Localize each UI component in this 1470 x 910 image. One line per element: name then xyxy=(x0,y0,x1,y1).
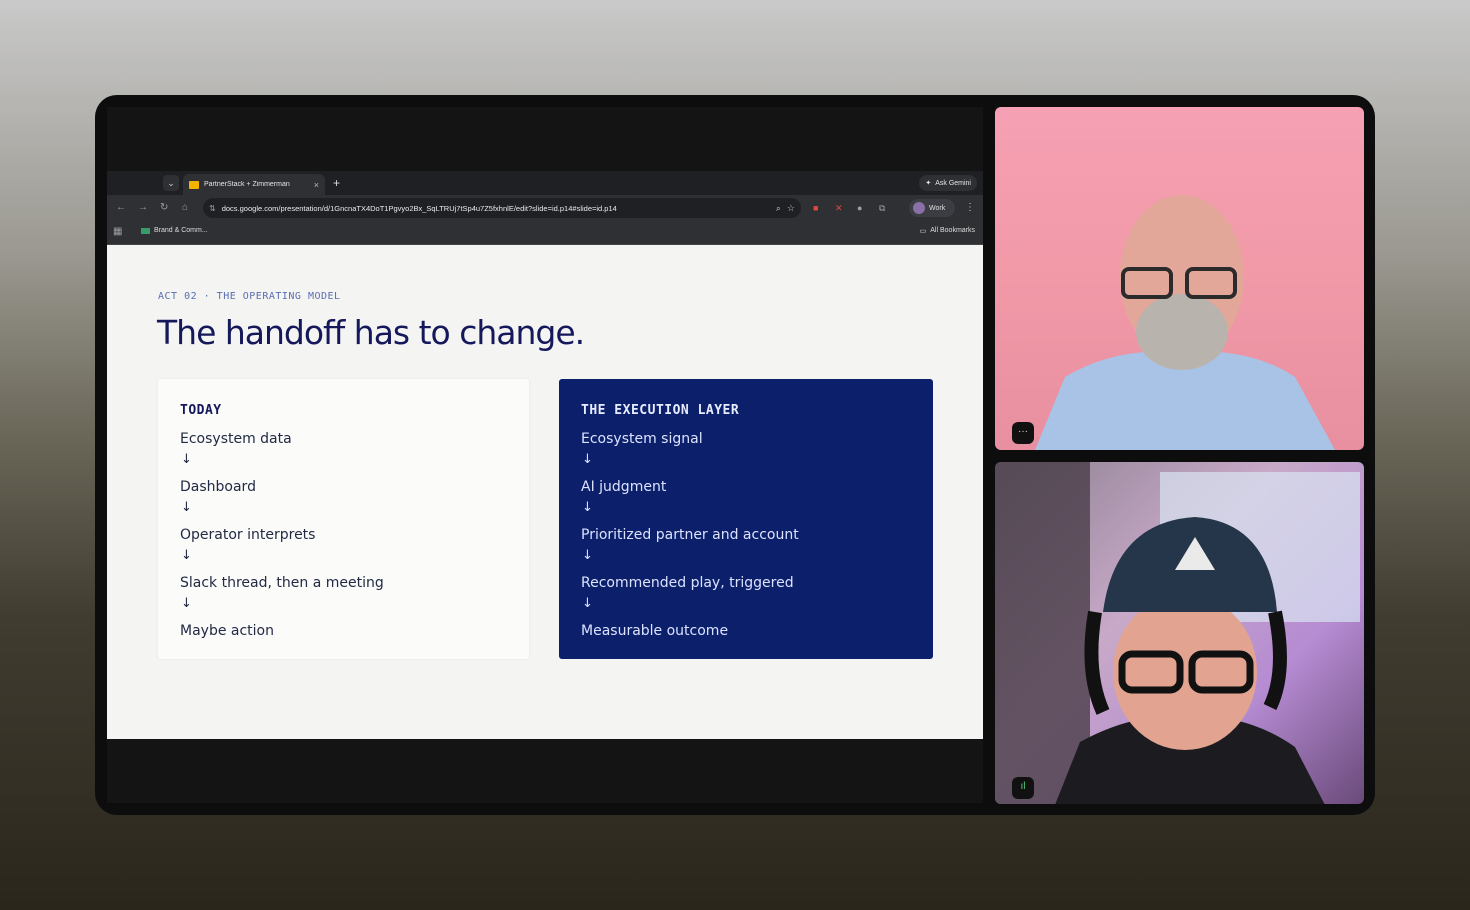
back-arrow-icon[interactable]: ← xyxy=(116,201,126,215)
flow-step: Recommended play, triggered xyxy=(581,575,794,591)
reload-icon[interactable]: ↻ xyxy=(160,201,168,215)
down-arrow-icon: ↓ xyxy=(181,596,192,611)
execution-flow: Ecosystem signal ↓ AI judgment ↓ Priorit… xyxy=(581,430,911,646)
new-tab-button[interactable]: + xyxy=(333,175,340,191)
browser-menu-icon[interactable]: ⋮ xyxy=(965,201,975,215)
all-bookmarks-button[interactable]: ▭ All Bookmarks xyxy=(920,227,975,235)
shared-screen: ⌄ PartnerStack + Zimmerman × + ✦ Ask Gem… xyxy=(107,107,983,803)
profile-button[interactable]: Work xyxy=(909,199,955,217)
tab-title: PartnerStack + Zimmerman xyxy=(204,181,290,188)
bookmark-favicon-icon xyxy=(141,227,150,234)
face-shape xyxy=(1113,594,1257,750)
participant-video-tile-1[interactable]: ··· xyxy=(995,107,1364,450)
apps-grid-icon[interactable]: ▦ xyxy=(113,226,122,237)
profile-avatar xyxy=(913,202,925,214)
slides-favicon-icon xyxy=(189,180,199,189)
flow-step: AI judgment xyxy=(581,479,667,495)
participant-video-tile-2[interactable]: ıl xyxy=(995,462,1364,804)
down-arrow-icon: ↓ xyxy=(582,500,593,515)
slide-title: The handoff has to change. xyxy=(157,313,585,352)
extensions-puzzle-icon[interactable]: ⧉ xyxy=(879,201,885,215)
down-arrow-icon: ↓ xyxy=(181,452,192,467)
down-arrow-icon: ↓ xyxy=(181,548,192,563)
all-bookmarks-label: All Bookmarks xyxy=(930,227,975,234)
star-icon[interactable]: ☆ xyxy=(787,203,795,214)
extension-circle-icon[interactable]: ● xyxy=(857,201,862,215)
flow-step: Prioritized partner and account xyxy=(581,527,799,543)
browser-tab-active[interactable]: PartnerStack + Zimmerman × xyxy=(183,174,325,195)
today-flow: Ecosystem data ↓ Dashboard ↓ Operator in… xyxy=(180,430,507,646)
tab-search-dropdown-icon[interactable]: ⌄ xyxy=(163,175,179,191)
today-card: TODAY Ecosystem data ↓ Dashboard ↓ Opera… xyxy=(158,379,529,659)
browser-tab-bar: ⌄ PartnerStack + Zimmerman × + ✦ Ask Gem… xyxy=(107,171,983,195)
today-card-title: TODAY xyxy=(180,403,222,418)
participant-1-video xyxy=(1035,195,1335,450)
flow-step: Maybe action xyxy=(180,623,274,639)
extension-red-icon[interactable]: ■ xyxy=(813,201,818,215)
tab-close-icon[interactable]: × xyxy=(314,180,319,190)
bookmark-brand-comm[interactable]: Brand & Comm... xyxy=(141,227,208,234)
more-options-icon[interactable]: ··· xyxy=(1012,422,1034,444)
zoom-icon[interactable]: ⌕ xyxy=(776,203,781,214)
browser-toolbar: ← → ↻ ⌂ ⇅ docs.google.com/presentation/d… xyxy=(107,195,983,221)
speaking-indicator-icon: ıl xyxy=(1012,777,1034,799)
forward-arrow-icon[interactable]: → xyxy=(138,201,148,215)
ask-gemini-label: Ask Gemini xyxy=(935,179,971,187)
down-arrow-icon: ↓ xyxy=(582,596,593,611)
flow-step: Dashboard xyxy=(180,479,256,495)
flow-step: Ecosystem signal xyxy=(581,431,703,447)
flow-step: Slack thread, then a meeting xyxy=(180,575,384,591)
ask-gemini-button[interactable]: ✦ Ask Gemini xyxy=(919,175,977,191)
slide-eyebrow: ACT 02 · THE OPERATING MODEL xyxy=(158,291,341,302)
beard-shape xyxy=(1136,294,1228,370)
execution-layer-card: THE EXECUTION LAYER Ecosystem signal ↓ A… xyxy=(559,379,933,659)
address-bar[interactable]: ⇅ docs.google.com/presentation/d/1GncnaT… xyxy=(203,198,801,218)
gemini-sparkle-icon: ✦ xyxy=(925,180,932,187)
folder-icon: ▭ xyxy=(919,228,927,235)
headphone-right xyxy=(1263,610,1287,711)
execution-card-title: THE EXECUTION LAYER xyxy=(581,403,740,418)
presentation-slide: ACT 02 · THE OPERATING MODEL The handoff… xyxy=(107,245,983,739)
bookmarks-bar: ▦ Brand & Comm... ▭ All Bookmarks xyxy=(107,221,983,245)
url-text: docs.google.com/presentation/d/1GncnaTX4… xyxy=(221,203,617,213)
flow-step: Operator interprets xyxy=(180,527,316,543)
flow-step: Measurable outcome xyxy=(581,623,729,639)
down-arrow-icon: ↓ xyxy=(582,548,593,563)
profile-label: Work xyxy=(929,204,946,212)
shelf-shape xyxy=(995,462,1090,804)
home-icon[interactable]: ⌂ xyxy=(182,201,188,215)
down-arrow-icon: ↓ xyxy=(181,500,192,515)
extension-x-icon[interactable]: ✕ xyxy=(835,201,843,215)
headphone-left xyxy=(1084,610,1110,715)
site-settings-icon[interactable]: ⇅ xyxy=(209,204,216,213)
flow-step: Ecosystem data xyxy=(180,431,292,447)
participant-2-video xyxy=(995,462,1360,804)
bookmark-label: Brand & Comm... xyxy=(154,227,208,234)
down-arrow-icon: ↓ xyxy=(582,452,593,467)
